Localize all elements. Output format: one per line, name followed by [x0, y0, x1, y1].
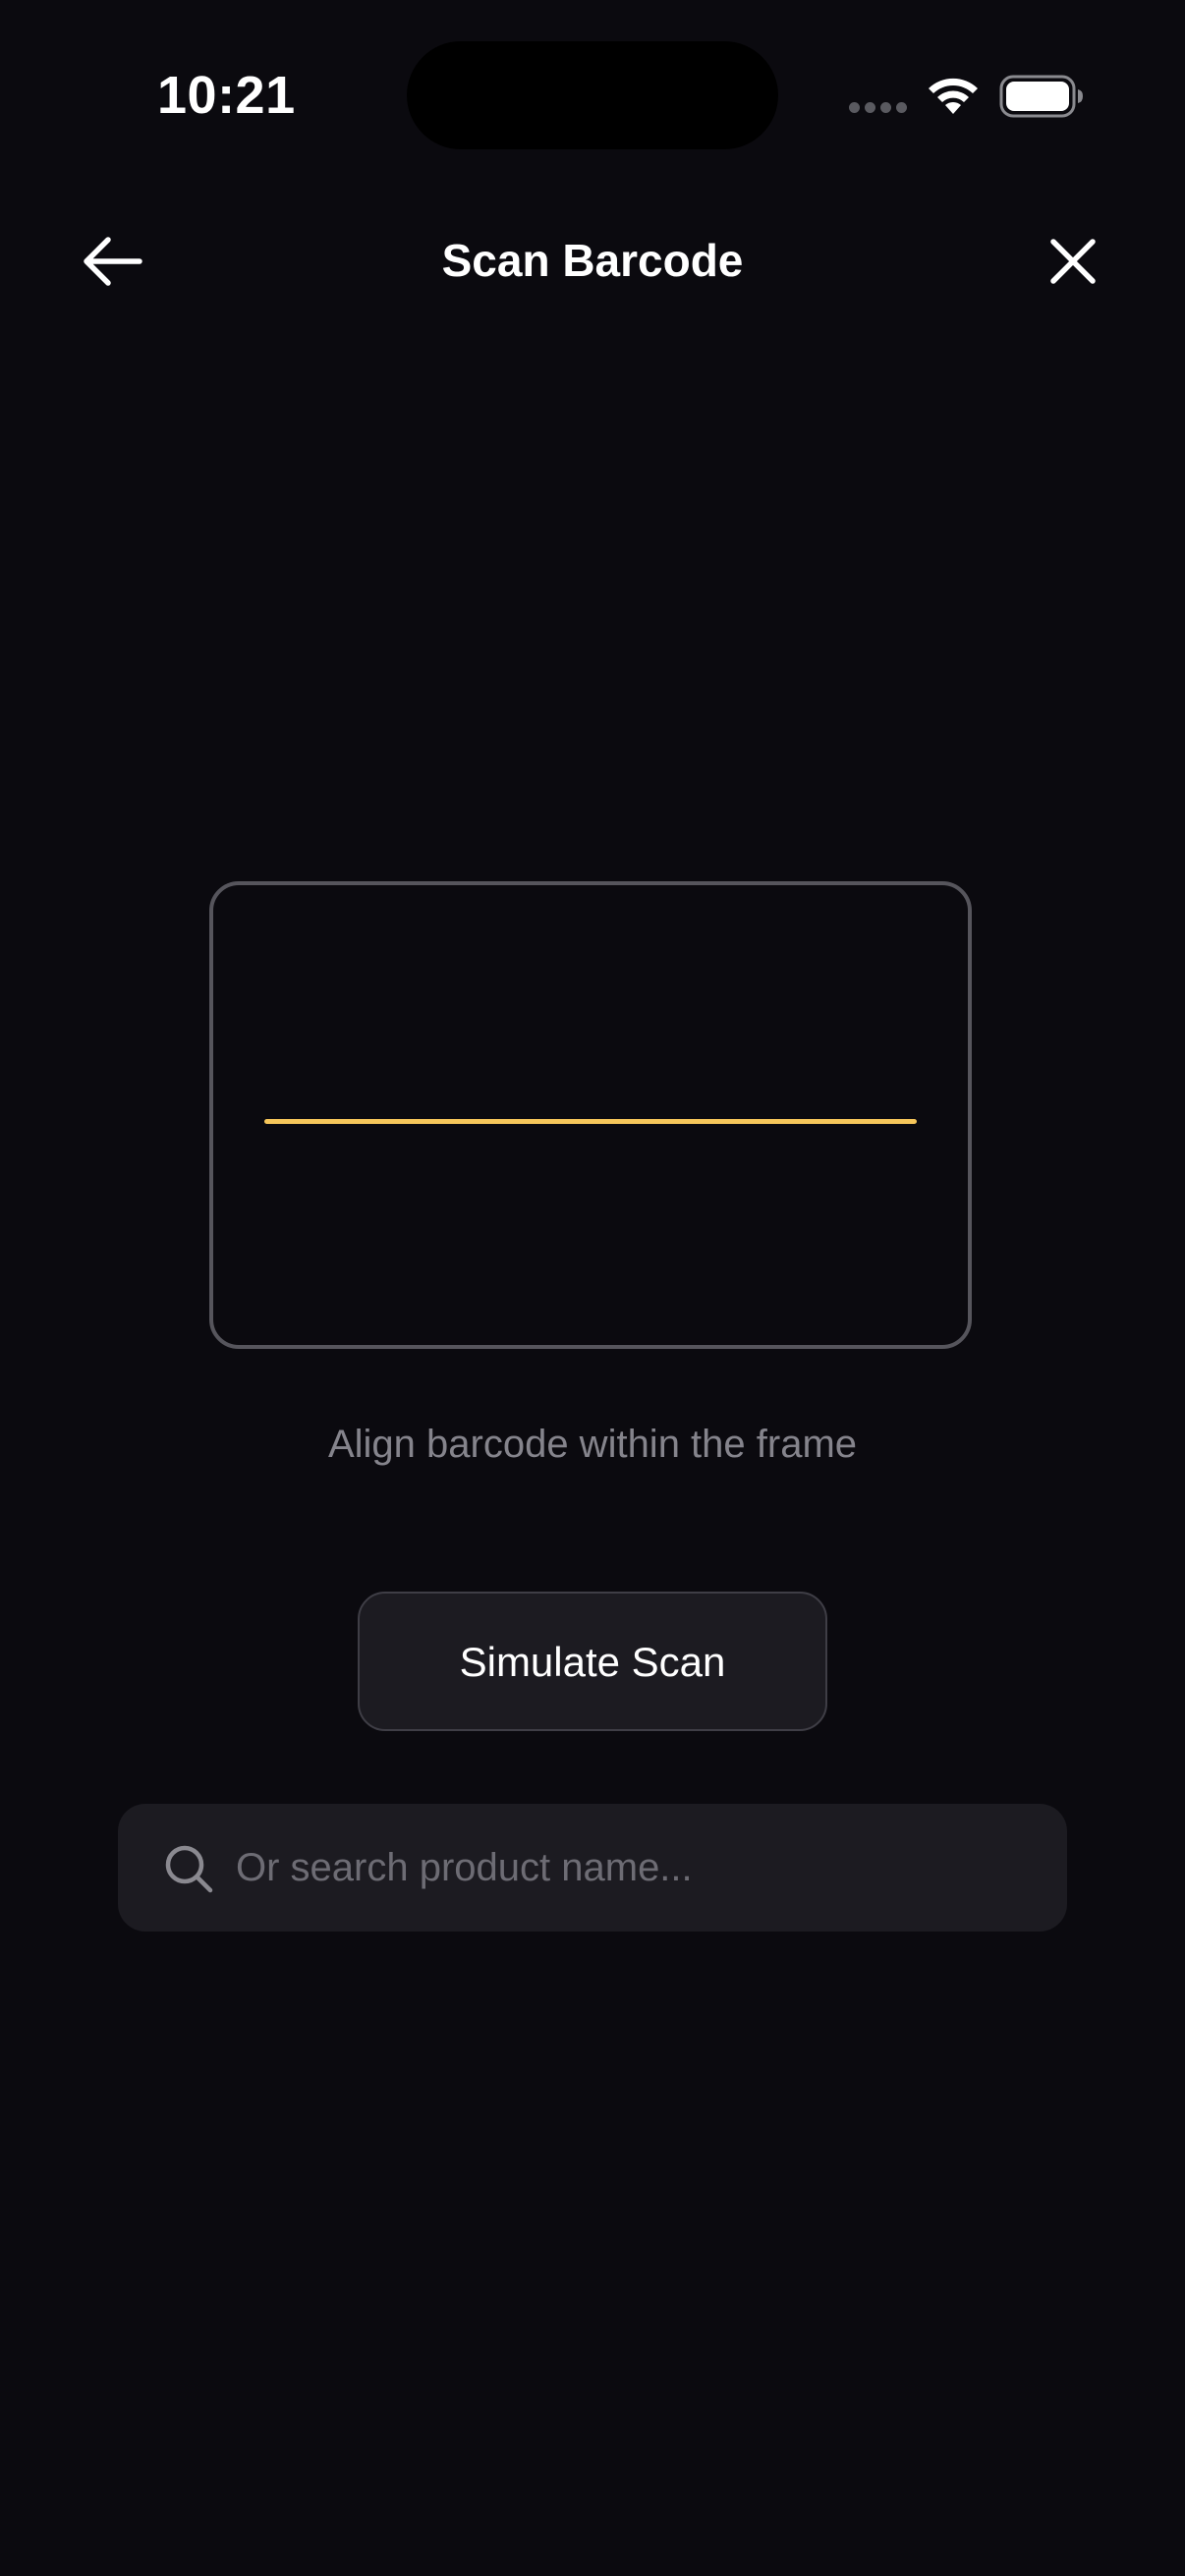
scan-line	[264, 1119, 917, 1124]
status-time: 10:21	[157, 66, 296, 125]
search-icon	[165, 1845, 213, 1893]
dynamic-island	[407, 41, 778, 149]
cellular-signal-icon	[849, 102, 908, 116]
scanner-frame	[209, 881, 972, 1349]
close-icon[interactable]	[1042, 232, 1104, 291]
search-input[interactable]	[236, 1804, 1022, 1932]
search-field[interactable]	[118, 1804, 1067, 1932]
header: Scan Barcode	[0, 216, 1185, 305]
battery-icon	[999, 75, 1083, 118]
simulate-scan-button[interactable]: Simulate Scan	[358, 1592, 827, 1731]
wifi-icon	[929, 78, 978, 114]
page-title: Scan Barcode	[441, 235, 744, 286]
scan-hint: Align barcode within the frame	[327, 1423, 858, 1466]
status-bar: 10:21	[0, 0, 1185, 196]
